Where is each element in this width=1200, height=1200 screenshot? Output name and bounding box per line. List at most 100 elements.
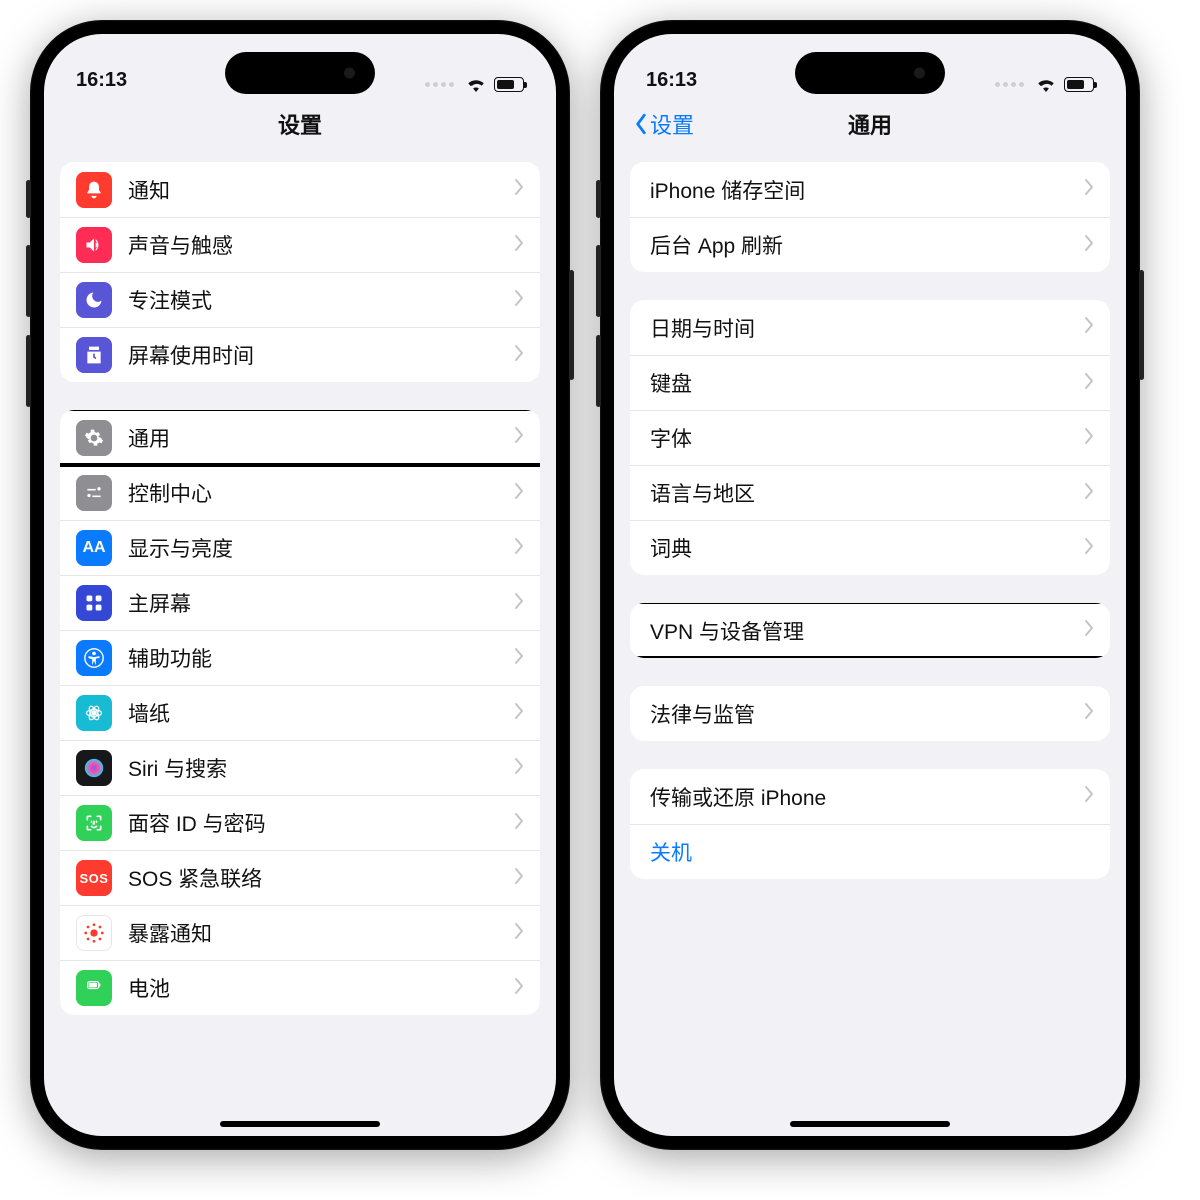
chevron-right-icon (514, 702, 524, 725)
row-exposure[interactable]: 暴露通知 (60, 905, 540, 960)
row-label: 法律与监管 (650, 699, 1084, 729)
page-title: 通用 (848, 108, 892, 140)
row-label: 面容 ID 与密码 (128, 808, 514, 838)
row-focus[interactable]: 专注模式 (60, 272, 540, 327)
nav-bar: 设置 通用 (614, 96, 1126, 152)
side-button (1139, 270, 1144, 380)
row-faceid[interactable]: 面容 ID 与密码 (60, 795, 540, 850)
row-label: 词典 (650, 533, 1084, 563)
row-label: Siri 与搜索 (128, 753, 514, 783)
row-accessibility[interactable]: 辅助功能 (60, 630, 540, 685)
row-notifications[interactable]: 通知 (60, 162, 540, 217)
row-battery[interactable]: 电池 (60, 960, 540, 1015)
status-time: 16:13 (646, 69, 697, 92)
row-screentime[interactable]: 屏幕使用时间 (60, 327, 540, 382)
pagination-dots-icon (995, 82, 1024, 87)
control-center-icon (76, 475, 112, 511)
row-label: 声音与触感 (128, 230, 514, 260)
chevron-right-icon (514, 592, 524, 615)
notifications-icon (76, 172, 112, 208)
row-wallpaper[interactable]: 墙纸 (60, 685, 540, 740)
row-label: VPN 与设备管理 (650, 616, 1084, 646)
row-transfer[interactable]: 传输或还原 iPhone (630, 769, 1110, 824)
row-label: 主屏幕 (128, 588, 514, 618)
row-label: 后台 App 刷新 (650, 230, 1084, 260)
chevron-right-icon (514, 344, 524, 367)
row-legal[interactable]: 法律与监管 (630, 686, 1110, 741)
phone-right: 16:13 设置 通用 iPhone 储存空间后台 App 刷新 日期与时间键盘… (600, 20, 1140, 1150)
row-label: 显示与亮度 (128, 533, 514, 563)
home-icon (76, 585, 112, 621)
volume-up (26, 245, 31, 317)
row-label: iPhone 储存空间 (650, 175, 1084, 205)
chevron-left-icon (634, 113, 648, 135)
row-bg-refresh[interactable]: 后台 App 刷新 (630, 217, 1110, 272)
chevron-right-icon (1084, 234, 1094, 257)
mute-switch (596, 180, 601, 218)
chevron-right-icon (514, 922, 524, 945)
chevron-right-icon (1084, 372, 1094, 395)
chevron-right-icon (514, 812, 524, 835)
row-vpn[interactable]: VPN 与设备管理 (630, 603, 1110, 658)
wifi-icon (1035, 76, 1057, 92)
sound-icon (76, 227, 112, 263)
row-sos[interactable]: SOS SOS 紧急联络 (60, 850, 540, 905)
row-lang[interactable]: 语言与地区 (630, 465, 1110, 520)
chevron-right-icon (514, 647, 524, 670)
chevron-right-icon (514, 234, 524, 257)
row-fonts[interactable]: 字体 (630, 410, 1110, 465)
battery-icon (1064, 77, 1094, 92)
chevron-right-icon (1084, 482, 1094, 505)
wallpaper-icon (76, 695, 112, 731)
chevron-right-icon (514, 977, 524, 1000)
exposure-icon (76, 915, 112, 951)
row-label: 辅助功能 (128, 643, 514, 673)
row-label: 电池 (128, 973, 514, 1003)
chevron-right-icon (514, 289, 524, 312)
row-label: SOS 紧急联络 (128, 863, 514, 893)
home-indicator (220, 1121, 380, 1127)
volume-up (596, 245, 601, 317)
row-label: 墙纸 (128, 698, 514, 728)
home-indicator (790, 1121, 950, 1127)
side-button (569, 270, 574, 380)
row-datetime[interactable]: 日期与时间 (630, 300, 1110, 355)
nav-bar: 设置 (44, 96, 556, 152)
pagination-dots-icon (425, 82, 454, 87)
row-label: 日期与时间 (650, 313, 1084, 343)
row-display[interactable]: AA 显示与亮度 (60, 520, 540, 575)
wifi-icon (465, 76, 487, 92)
display-icon: AA (76, 530, 112, 566)
row-sound[interactable]: 声音与触感 (60, 217, 540, 272)
sos-icon: SOS (76, 860, 112, 896)
row-label: 屏幕使用时间 (128, 340, 514, 370)
accessibility-icon (76, 640, 112, 676)
chevron-right-icon (514, 482, 524, 505)
row-label: 键盘 (650, 368, 1084, 398)
volume-down (596, 335, 601, 407)
row-control-center[interactable]: 控制中心 (60, 465, 540, 520)
screentime-icon (76, 337, 112, 373)
chevron-right-icon (1084, 178, 1094, 201)
status-time: 16:13 (76, 69, 127, 92)
battery-icon (76, 970, 112, 1006)
row-keyboard[interactable]: 键盘 (630, 355, 1110, 410)
back-button[interactable]: 设置 (634, 108, 694, 140)
row-label: 关机 (650, 837, 1094, 867)
volume-down (26, 335, 31, 407)
row-label: 语言与地区 (650, 478, 1084, 508)
row-home[interactable]: 主屏幕 (60, 575, 540, 630)
phone-left: 16:13 设置 通知声音与触感专注模式屏幕使用时间 通用控制中心 AA 显示与亮度… (30, 20, 570, 1150)
mute-switch (26, 180, 31, 218)
row-label: 字体 (650, 423, 1084, 453)
row-shutdown[interactable]: 关机 (630, 824, 1110, 879)
chevron-right-icon (1084, 702, 1094, 725)
chevron-right-icon (1084, 619, 1094, 642)
chevron-right-icon (514, 867, 524, 890)
row-dict[interactable]: 词典 (630, 520, 1110, 575)
chevron-right-icon (1084, 427, 1094, 450)
row-storage[interactable]: iPhone 储存空间 (630, 162, 1110, 217)
row-general[interactable]: 通用 (60, 410, 540, 465)
chevron-right-icon (1084, 785, 1094, 808)
row-siri[interactable]: Siri 与搜索 (60, 740, 540, 795)
